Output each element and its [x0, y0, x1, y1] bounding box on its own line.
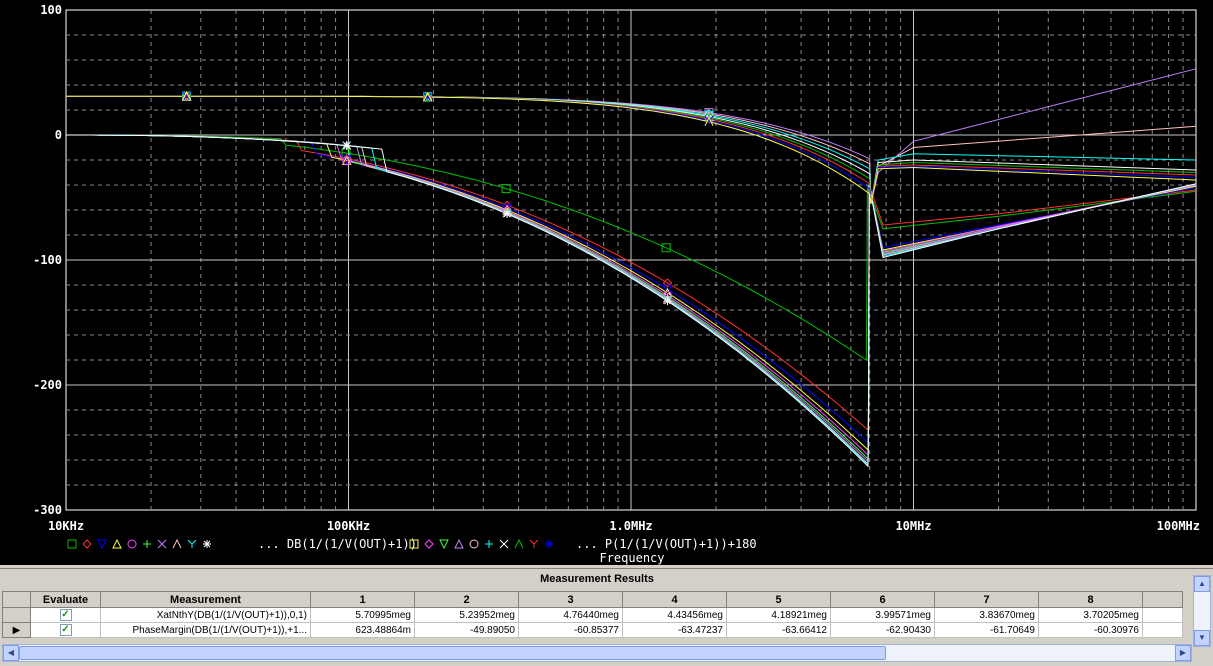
y-tick-label: -200 — [33, 378, 62, 392]
lambda-marker — [172, 538, 182, 549]
y-marker — [529, 539, 539, 548]
star-marker — [203, 540, 211, 548]
value-cell: 4.43456meg — [622, 607, 727, 623]
row-selector-header — [2, 591, 31, 608]
value-cell: -62.90430 — [830, 622, 935, 638]
x-marker — [157, 539, 167, 549]
plus-marker — [485, 540, 493, 548]
value-cell: 3.70205meg — [1038, 607, 1143, 623]
probe-plot-window: 100 0 -100 -200 -300 10KHz 100KHz 1.0MHz 10MHz 10… — [0, 0, 1213, 565]
col-header-measurement[interactable]: Measurement — [100, 591, 311, 608]
triangle-up-marker — [112, 538, 122, 549]
value-cell-empty — [1142, 622, 1183, 638]
col-header-6[interactable]: 6 — [830, 591, 935, 608]
square-marker — [67, 539, 77, 549]
value-cell: -60.85377 — [518, 622, 623, 638]
value-cell: 4.18921meg — [726, 607, 831, 623]
star-marker — [342, 141, 351, 150]
evaluate-cell[interactable]: ✓ — [30, 607, 101, 623]
col-header-evaluate[interactable]: Evaluate — [30, 591, 101, 608]
measurement-cell[interactable]: XatNthY(DB(1/(1/V(OUT)+1)),0,1) — [100, 607, 311, 623]
col-header-1[interactable]: 1 — [310, 591, 415, 608]
diamond-marker — [424, 539, 434, 549]
star-marker — [545, 540, 553, 548]
horizontal-scrollbar[interactable]: ◀ ▶ — [2, 644, 1192, 662]
star-marker — [503, 209, 512, 218]
diamond-marker — [82, 539, 92, 549]
col-header-4[interactable]: 4 — [622, 591, 727, 608]
circle-marker — [127, 539, 137, 549]
scroll-up-icon[interactable]: ▲ — [1194, 576, 1210, 592]
scroll-left-icon[interactable]: ◀ — [3, 645, 19, 661]
table-row[interactable]: ✓ XatNthY(DB(1/(1/V(OUT)+1)),0,1) 5.7099… — [2, 607, 1183, 623]
table-row[interactable]: ▶ ✓ PhaseMargin(DB(1/(1/V(OUT)+1)),+1...… — [2, 622, 1183, 638]
y-tick-label: -100 — [33, 253, 62, 267]
col-header-empty — [1142, 591, 1183, 608]
legend-phase-label: ... P(1/(1/V(OUT)+1))+180 — [576, 537, 757, 551]
scroll-right-icon[interactable]: ▶ — [1175, 645, 1191, 661]
x-tick-label: 10MHz — [895, 519, 931, 533]
y-tick-label: 0 — [55, 128, 62, 142]
results-title: Measurement Results — [2, 573, 1192, 589]
value-cell: 5.70995meg — [310, 607, 415, 623]
triangle-up-marker — [454, 538, 464, 549]
plus-marker — [143, 540, 151, 548]
x-tick-label: 100KHz — [327, 519, 370, 533]
y-marker — [187, 539, 197, 548]
value-cell: -60.30976 — [1038, 622, 1143, 638]
row-selector-current[interactable]: ▶ — [2, 622, 31, 638]
value-cell: 3.83670meg — [934, 607, 1039, 623]
value-cell: 4.76440meg — [518, 607, 623, 623]
vertical-scrollbar[interactable]: ▲ ▼ — [1193, 575, 1211, 647]
scroll-down-icon[interactable]: ▼ — [1194, 630, 1210, 646]
scrollbar-thumb[interactable] — [19, 646, 886, 660]
col-header-3[interactable]: 3 — [518, 591, 623, 608]
table-header-row: Evaluate Measurement 1 2 3 4 5 6 7 8 — [2, 591, 1183, 608]
value-cell: -63.66412 — [726, 622, 831, 638]
x-marker — [499, 539, 509, 549]
star-marker — [663, 297, 672, 306]
evaluate-checkbox[interactable]: ✓ — [59, 609, 72, 621]
col-header-8[interactable]: 8 — [1038, 591, 1143, 608]
col-header-2[interactable]: 2 — [414, 591, 519, 608]
lambda-marker — [514, 538, 524, 549]
x-tick-label: 1.0MHz — [609, 519, 652, 533]
bode-plot: 100 0 -100 -200 -300 10KHz 100KHz 1.0MHz 10MHz 10… — [33, 3, 1200, 565]
value-cell: -63.47237 — [622, 622, 727, 638]
col-header-5[interactable]: 5 — [726, 591, 831, 608]
triangle-down-marker — [439, 539, 449, 550]
legend-magnitude-label: ... DB(1/(1/V(OUT)+1)) — [258, 537, 417, 551]
value-cell: -61.70649 — [934, 622, 1039, 638]
x-axis-title: Frequency — [599, 551, 664, 565]
row-selector[interactable] — [2, 607, 31, 623]
x-tick-label: 100MHz — [1157, 519, 1200, 533]
value-cell: 623.48864m — [310, 622, 415, 638]
y-tick-label: 100 — [40, 3, 62, 17]
evaluate-cell[interactable]: ✓ — [30, 622, 101, 638]
evaluate-checkbox[interactable]: ✓ — [59, 624, 72, 636]
y-tick-label: -300 — [33, 503, 62, 517]
measurement-table: Evaluate Measurement 1 2 3 4 5 6 7 8 ✓ X… — [2, 591, 1183, 638]
value-cell-empty — [1142, 607, 1183, 623]
measurement-cell[interactable]: PhaseMargin(DB(1/(1/V(OUT)+1)),+1... — [100, 622, 311, 638]
value-cell: 5.23952meg — [414, 607, 519, 623]
circle-marker — [469, 539, 479, 549]
triangle-down-marker — [97, 539, 107, 550]
value-cell: 3.99571meg — [830, 607, 935, 623]
value-cell: -49.89050 — [414, 622, 519, 638]
x-tick-label: 10KHz — [48, 519, 84, 533]
col-header-7[interactable]: 7 — [934, 591, 1039, 608]
